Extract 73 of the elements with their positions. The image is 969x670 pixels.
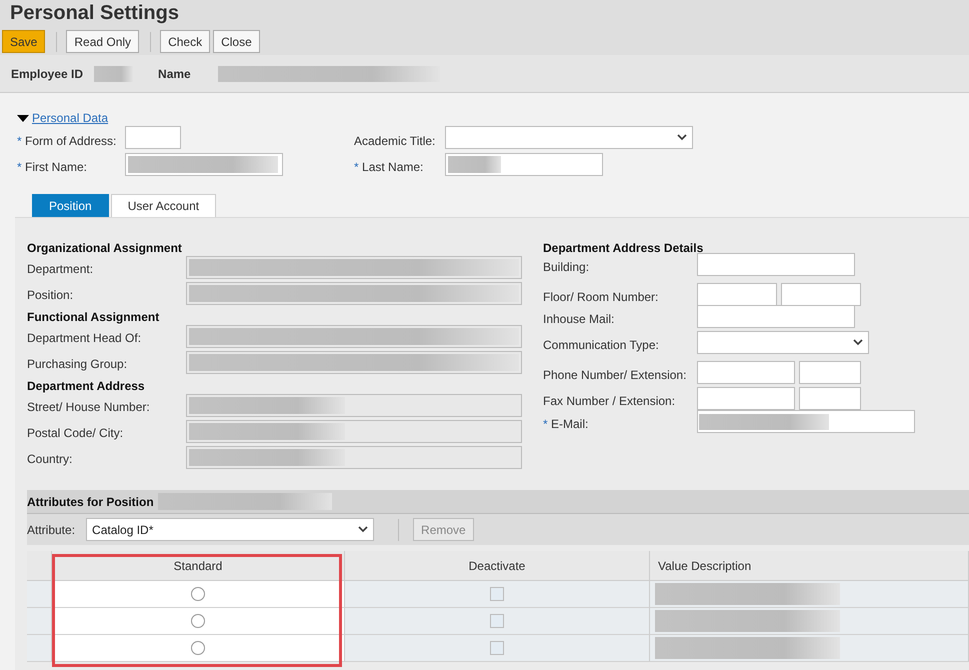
tab[interactable]: Position <box>32 194 109 217</box>
field-label: Purchasing Group: <box>27 356 128 372</box>
column-header: Value Description <box>650 551 969 581</box>
input-field[interactable] <box>799 387 861 410</box>
column-header: Deactivate <box>345 551 650 581</box>
field-label: Department Head Of: <box>27 330 142 346</box>
field-label: Attribute: <box>27 522 76 538</box>
required-mark: * <box>543 417 548 431</box>
chevron-icon <box>677 134 687 141</box>
input-field[interactable] <box>697 361 795 384</box>
input-field[interactable] <box>781 283 861 306</box>
field-label: E-Mail: <box>551 417 588 431</box>
input-field[interactable] <box>186 394 522 417</box>
checkbox[interactable] <box>490 587 504 601</box>
toolbar-button[interactable]: Close <box>213 30 260 53</box>
input-field[interactable] <box>445 153 603 176</box>
input-field[interactable] <box>125 153 283 176</box>
section-heading: Functional Assignment <box>27 309 160 325</box>
radio-button[interactable] <box>191 641 205 655</box>
required-mark: * <box>354 160 359 174</box>
chevron-icon <box>358 526 368 533</box>
input-field[interactable] <box>697 387 795 410</box>
toolbar-button[interactable]: Save <box>2 30 46 53</box>
input-field[interactable] <box>799 361 861 384</box>
select-field[interactable] <box>445 126 693 149</box>
row-selector[interactable] <box>27 608 52 635</box>
required-mark: * <box>17 160 22 174</box>
select-field[interactable] <box>697 331 869 354</box>
field-label: Street/ House Number: <box>27 399 151 415</box>
section-heading: Department Address <box>27 378 146 394</box>
required-mark: * <box>17 134 22 148</box>
section-link[interactable]: Personal Data <box>32 109 108 127</box>
attribute-select[interactable]: Catalog ID* <box>86 518 374 541</box>
field-label: Floor/ Room Number: <box>543 290 658 304</box>
collapse-icon[interactable] <box>17 114 29 122</box>
input-field[interactable] <box>697 410 915 433</box>
input-field[interactable] <box>125 126 181 149</box>
toolbar-button[interactable]: Read Only <box>66 30 140 53</box>
field-label: Name <box>158 66 191 82</box>
redacted-value <box>448 156 501 173</box>
field-label: Department: <box>27 261 94 277</box>
field-label: Last Name: <box>362 160 424 174</box>
section-heading: Department Address Details <box>543 240 704 256</box>
row-selector[interactable] <box>27 635 52 662</box>
field-label: First Name: <box>25 160 88 174</box>
field-label: Academic Title: <box>354 134 436 148</box>
tab[interactable]: User Account <box>110 194 216 217</box>
field-label: Inhouse Mail: <box>543 312 614 326</box>
field-label: Country: <box>27 451 74 467</box>
toolbar-button[interactable]: Check <box>160 30 210 53</box>
section-heading: Attributes for Position <box>27 494 154 510</box>
field-label: Postal Code/ City: <box>27 425 124 441</box>
radio-button[interactable] <box>191 587 205 601</box>
input-field[interactable] <box>186 446 522 469</box>
field-label: Communication Type: <box>543 338 659 352</box>
redacted-value <box>94 66 134 82</box>
chevron-icon <box>853 339 863 346</box>
field-label: Form of Address: <box>25 134 116 148</box>
input-field[interactable] <box>697 253 855 276</box>
checkbox[interactable] <box>490 614 504 628</box>
row-selector[interactable] <box>27 581 52 608</box>
field-label: Position: <box>27 287 74 303</box>
radio-button[interactable] <box>191 614 205 628</box>
page-title: Personal Settings <box>10 1 180 25</box>
field-label: Building: <box>543 260 590 274</box>
input-field[interactable] <box>697 305 855 328</box>
field-label: Fax Number / Extension: <box>543 394 676 408</box>
field-label: Phone Number/ Extension: <box>543 368 686 382</box>
field-label: Employee ID <box>11 66 84 82</box>
input-field[interactable] <box>186 420 522 443</box>
section-heading: Organizational Assignment <box>27 240 183 256</box>
input-field[interactable] <box>697 283 777 306</box>
checkbox[interactable] <box>490 641 504 655</box>
